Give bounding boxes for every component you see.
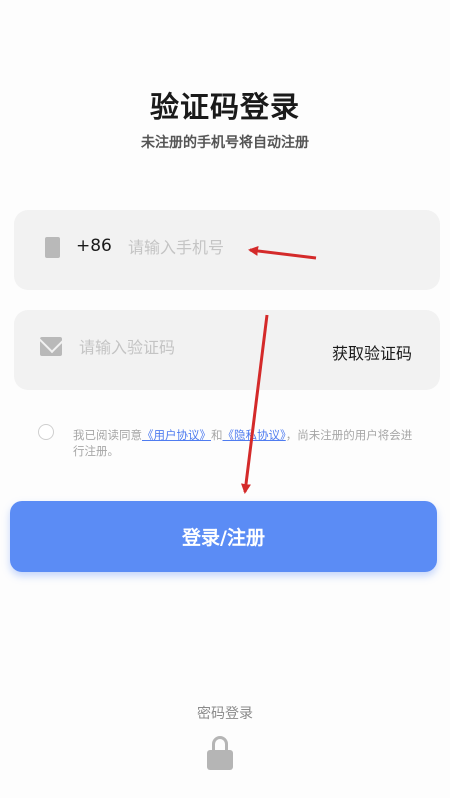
phone-icon — [45, 237, 60, 258]
privacy-policy-link[interactable]: 《隐私协议》 — [223, 428, 286, 442]
login-register-button[interactable]: 登录/注册 — [10, 501, 437, 572]
lock-icon[interactable] — [207, 736, 233, 770]
agreement-text: 我已阅读同意《用户协议》和《隐私协议》，尚未注册的用户将会进行注册。 — [73, 427, 418, 459]
phone-field[interactable]: +86 — [14, 210, 440, 290]
page-subtitle: 未注册的手机号将自动注册 — [141, 135, 309, 151]
phone-input[interactable] — [128, 232, 378, 262]
page-title: 验证码登录 — [149, 90, 300, 124]
user-agreement-link[interactable]: 《用户协议》 — [142, 428, 211, 442]
mail-icon — [40, 337, 62, 356]
agreement-checkbox[interactable] — [38, 424, 54, 440]
country-code-prefix: +86 — [76, 236, 112, 256]
password-login-link[interactable]: 密码登录 — [0, 703, 450, 723]
agreement-conjunction: 和 — [211, 428, 223, 442]
verification-code-input[interactable] — [79, 332, 289, 362]
code-field[interactable]: 获取验证码 — [14, 310, 440, 390]
agreement-prefix: 我已阅读同意 — [73, 428, 142, 442]
lock-body — [207, 750, 233, 770]
get-code-button[interactable]: 获取验证码 — [332, 340, 412, 364]
